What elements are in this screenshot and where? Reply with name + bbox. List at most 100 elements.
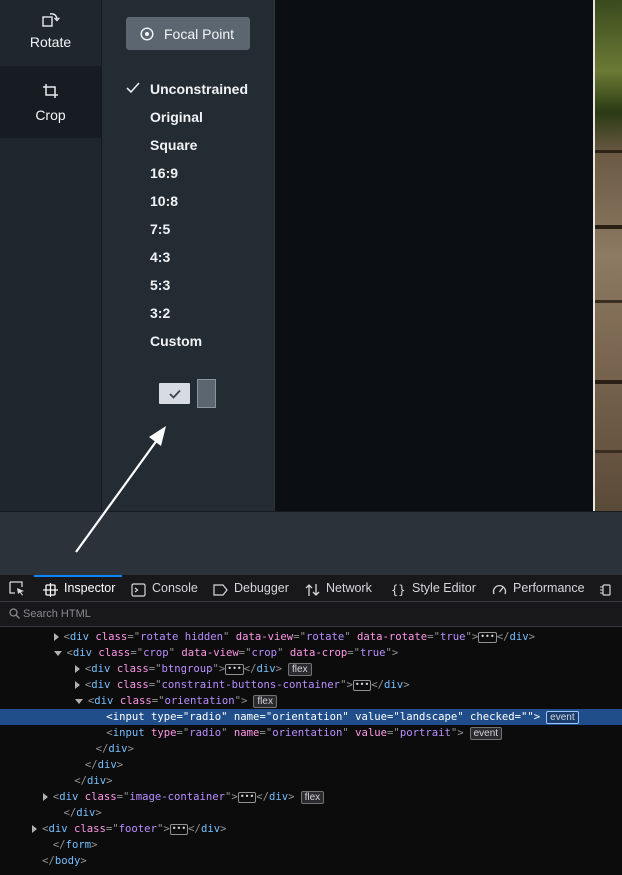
- constraint-5-3[interactable]: 5:3: [150, 274, 170, 296]
- constraint-unconstrained[interactable]: Unconstrained: [150, 78, 248, 100]
- devtools-panel: Inspector Console Debugger Network {} St…: [0, 575, 622, 875]
- collapse-arrow-icon[interactable]: [42, 793, 48, 801]
- markup-node[interactable]: </div>: [0, 741, 622, 757]
- markup-token: true: [360, 647, 386, 659]
- markup-token: </: [496, 631, 510, 643]
- tab-inspector[interactable]: Inspector: [33, 575, 123, 601]
- markup-node[interactable]: <div class="rotate hidden" data-view="ro…: [0, 629, 622, 645]
- constraint-10-8[interactable]: 10:8: [150, 190, 178, 212]
- search-html-input[interactable]: [23, 604, 323, 624]
- constraint-7-5[interactable]: 7:5: [150, 218, 170, 240]
- markup-token: ">: [465, 631, 479, 643]
- tab-performance[interactable]: Performance: [492, 575, 585, 601]
- ellipsis-icon[interactable]: •••: [237, 791, 257, 803]
- markup-token: value: [355, 711, 388, 723]
- expand-arrow-icon[interactable]: [74, 698, 83, 704]
- markup-token: class: [74, 823, 106, 835]
- rotate-tool-button[interactable]: Rotate: [0, 0, 101, 65]
- markup-token: name: [233, 711, 260, 723]
- constraint-3-2[interactable]: 3:2: [150, 302, 170, 324]
- markup-token: =": [293, 631, 306, 643]
- markup-token: =": [238, 647, 252, 659]
- markup-node[interactable]: </div>: [0, 757, 622, 773]
- markup-token: input: [112, 711, 145, 723]
- network-icon: [305, 581, 320, 596]
- collapse-arrow-icon[interactable]: [74, 665, 80, 673]
- constraint-16-9[interactable]: 16:9: [150, 162, 178, 184]
- check-icon: [126, 82, 140, 94]
- markup-token: class: [98, 647, 131, 659]
- node-badge[interactable]: event: [546, 710, 579, 724]
- collapse-arrow-icon[interactable]: [32, 825, 38, 833]
- constraint-custom[interactable]: Custom: [150, 330, 202, 352]
- tab-network[interactable]: Network: [305, 575, 372, 601]
- markup-token: </: [243, 663, 257, 675]
- node-badge[interactable]: flex: [300, 790, 325, 804]
- markup-token: </: [52, 839, 66, 851]
- tab-style-editor[interactable]: {} Style Editor: [391, 575, 476, 601]
- markup-token: >: [220, 823, 227, 835]
- focal-point-button[interactable]: Focal Point: [126, 17, 250, 50]
- orientation-landscape-radio[interactable]: [159, 383, 190, 404]
- markup-token: div: [200, 823, 221, 835]
- markup-token: div: [59, 791, 79, 803]
- markup-node[interactable]: </div>: [0, 773, 622, 789]
- markup-node[interactable]: <div class="btngroup"> ••• </div> flex: [0, 661, 622, 677]
- markup-token: =": [387, 711, 400, 723]
- markup-token: >: [275, 663, 283, 675]
- markup-node[interactable]: <div class="constraint-buttons-container…: [0, 677, 622, 693]
- svg-text:{}: {}: [391, 583, 405, 597]
- markup-node[interactable]: <div class="orientation"> flex: [0, 693, 622, 709]
- markup-token: div: [269, 791, 289, 803]
- markup-token: ">: [450, 727, 464, 739]
- search-html-bar: [0, 602, 622, 627]
- tab-memory[interactable]: [599, 575, 620, 601]
- markup-node[interactable]: <div class="footer"> ••• </div>: [0, 821, 622, 837]
- markup-token: rotate hidden: [140, 631, 223, 643]
- collapse-arrow-icon[interactable]: [74, 681, 80, 689]
- markup-node[interactable]: <input type="radio" name="orientation" v…: [0, 709, 622, 725]
- markup-token: radio: [189, 711, 222, 723]
- markup-node[interactable]: <div class="image-container"> ••• </div> fl…: [0, 789, 622, 805]
- constraint-square[interactable]: Square: [150, 134, 197, 156]
- ellipsis-icon[interactable]: •••: [352, 679, 372, 691]
- markup-token: </: [84, 759, 98, 771]
- markup-token: =": [148, 679, 162, 691]
- orientation-portrait-radio[interactable]: [197, 379, 216, 408]
- tab-debugger[interactable]: Debugger: [213, 575, 289, 601]
- markup-token: </: [63, 807, 77, 819]
- tab-debugger-label: Debugger: [234, 580, 289, 595]
- markup-token: input: [112, 727, 145, 739]
- node-badge[interactable]: flex: [253, 694, 277, 708]
- markup-token: crop: [251, 647, 278, 659]
- markup-token: checked: [470, 711, 515, 723]
- markup-token: </: [371, 679, 385, 691]
- element-picker-icon[interactable]: [8, 580, 26, 596]
- memory-chip-icon: [599, 581, 614, 596]
- markup-token: crop: [143, 647, 169, 659]
- collapse-arrow-icon[interactable]: [53, 633, 59, 641]
- constraint-4-3[interactable]: 4:3: [150, 246, 170, 268]
- ellipsis-icon[interactable]: •••: [169, 823, 189, 835]
- crop-tool-button[interactable]: Crop: [0, 66, 101, 138]
- markup-node[interactable]: </body>: [0, 853, 622, 869]
- markup-token: div: [256, 663, 276, 675]
- tab-console[interactable]: Console: [131, 575, 198, 601]
- constraint-original[interactable]: Original: [150, 106, 203, 128]
- markup-node[interactable]: <input type="radio" name="orientation" v…: [0, 725, 622, 741]
- markup-node[interactable]: </div>: [0, 805, 622, 821]
- footer-bar: [0, 511, 622, 575]
- ellipsis-icon[interactable]: •••: [225, 663, 244, 675]
- node-badge[interactable]: flex: [288, 662, 312, 676]
- ellipsis-icon[interactable]: •••: [478, 631, 497, 643]
- markup-token: btngroup: [161, 663, 213, 675]
- markup-token: data-view: [181, 647, 239, 659]
- markup-token: =": [151, 695, 165, 707]
- markup-token: div: [94, 695, 114, 707]
- markup-node[interactable]: <div class="crop" data-view="crop" data-…: [0, 645, 622, 661]
- node-badge[interactable]: event: [469, 726, 503, 740]
- markup-node[interactable]: </form>: [0, 837, 622, 853]
- markup-token: div: [91, 679, 111, 691]
- expand-arrow-icon[interactable]: [53, 650, 62, 656]
- markup-token: div: [69, 631, 90, 643]
